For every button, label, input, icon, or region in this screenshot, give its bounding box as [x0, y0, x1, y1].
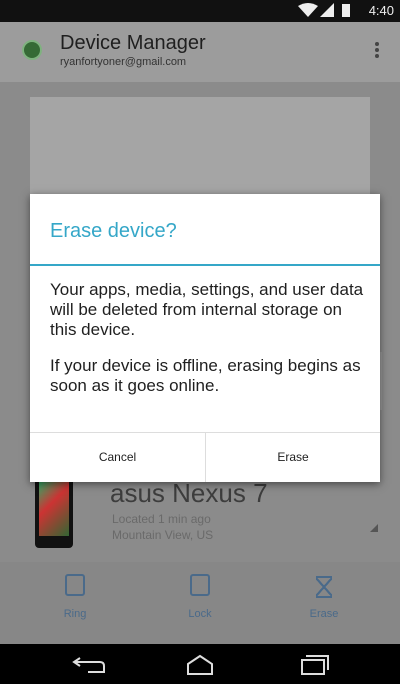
- battery-icon: [342, 4, 350, 17]
- wifi-icon: [298, 3, 318, 17]
- device-dropdown-icon[interactable]: [370, 524, 378, 532]
- dialog-title: Erase device?: [50, 220, 177, 242]
- home-icon[interactable]: [180, 652, 220, 676]
- navigation-bar: [0, 644, 400, 684]
- dialog-message: Your apps, media, settings, and user dat…: [50, 280, 370, 412]
- status-bar: 4:40: [0, 0, 400, 22]
- dialog-paragraph: Your apps, media, settings, and user dat…: [50, 280, 364, 339]
- erase-action-button[interactable]: Erase: [284, 574, 364, 620]
- lock-icon: [190, 574, 210, 596]
- erase-button[interactable]: Erase: [205, 432, 380, 482]
- lock-button[interactable]: Lock: [160, 574, 240, 620]
- erase-label: Erase: [309, 608, 339, 620]
- account-email[interactable]: ryanfortyoner@gmail.com: [60, 56, 186, 68]
- status-time: 4:40: [368, 3, 394, 18]
- erase-dialog: Erase device? Your apps, media, settings…: [30, 194, 380, 482]
- cancel-button[interactable]: Cancel: [30, 432, 205, 482]
- dialog-paragraph: If your device is offline, erasing begin…: [50, 356, 361, 395]
- device-manager-logo-icon: [22, 40, 42, 60]
- device-last-located: Located 1 min ago: [112, 512, 211, 526]
- overflow-menu-icon[interactable]: [374, 40, 380, 64]
- erase-icon: [314, 574, 334, 598]
- dialog-title-divider: [30, 264, 380, 266]
- lock-label: Lock: [188, 608, 212, 620]
- ring-label: Ring: [63, 608, 87, 620]
- ring-button[interactable]: Ring: [35, 574, 115, 620]
- back-icon[interactable]: [70, 652, 110, 676]
- app-bar: Device Manager ryanfortyoner@gmail.com: [0, 22, 400, 82]
- action-bar: Ring Lock Erase: [0, 562, 400, 644]
- app-title: Device Manager: [60, 32, 206, 54]
- device-name: asus Nexus 7: [110, 478, 268, 508]
- signal-icon: [320, 3, 334, 17]
- device-location: Mountain View, US: [112, 528, 214, 542]
- device-thumbnail: [35, 472, 73, 548]
- device-row[interactable]: asus Nexus 7 Located 1 min ago Mountain …: [0, 472, 400, 562]
- ring-icon: [65, 574, 85, 596]
- recent-apps-icon[interactable]: [292, 652, 332, 676]
